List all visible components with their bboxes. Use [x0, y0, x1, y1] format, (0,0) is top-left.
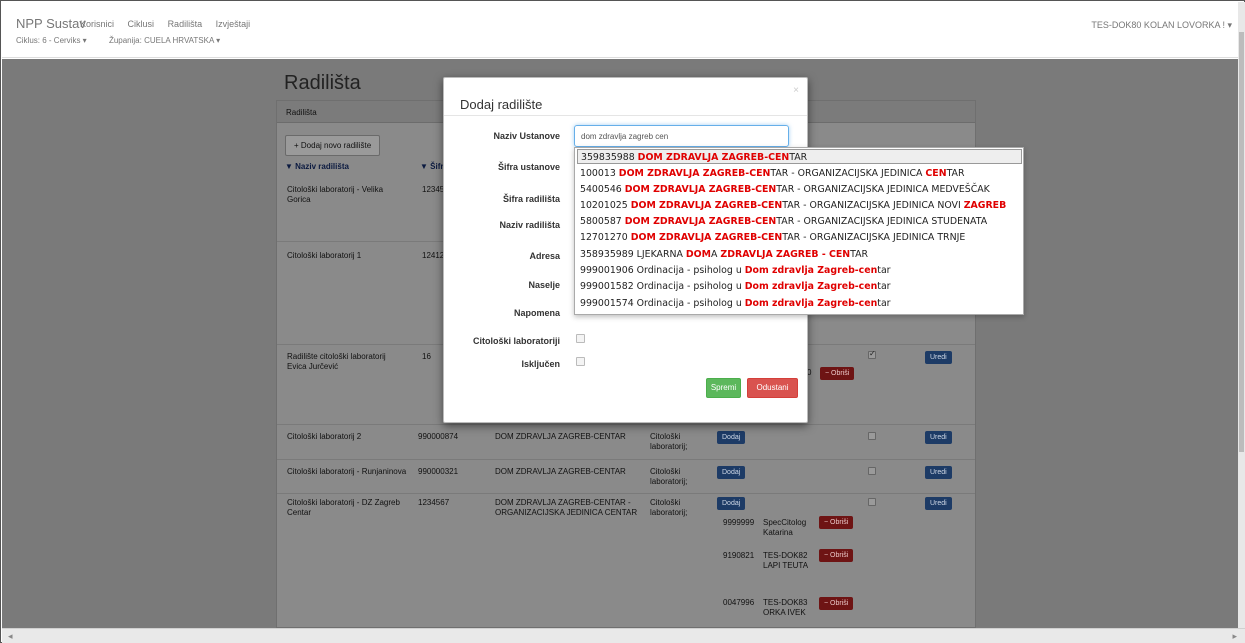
suggestion-item[interactable]: 359835988 DOM ZDRAVLJA ZAGREB-CENTAR: [577, 149, 1022, 164]
context-menu: Ciklus: 6 - Cerviks ▾ Županija: CUELA HR…: [16, 36, 240, 45]
row-divider: [277, 459, 975, 460]
zupanija-dropdown[interactable]: Županija: CUELA HRVATSKA ▾: [109, 36, 220, 45]
row-naziv: Radilište citološki laboratorij Evica Ju…: [287, 352, 386, 371]
row-tip: Citološki laboratorij;: [650, 432, 688, 451]
menu-izvjestaji[interactable]: Izvještaji: [216, 19, 251, 29]
close-icon[interactable]: ×: [793, 85, 799, 96]
obrisi-button[interactable]: − Obriši: [819, 516, 854, 529]
row-naziv: Citološki laboratorij 2: [287, 432, 362, 441]
label-sifra-ustanove: Šifra ustanove: [497, 162, 560, 172]
main-menu: Korisnici Ciklusi Radilišta Izvještaji: [80, 19, 261, 29]
row-naziv: Citološki laboratorij 1: [287, 251, 362, 260]
row-naziv: Citološki laboratorij - DZ Zagreb Centar: [287, 498, 400, 517]
ciklus-dropdown[interactable]: Ciklus: 6 - Cerviks ▾: [16, 36, 87, 45]
scroll-right-icon[interactable]: ▸: [1232, 631, 1237, 642]
suggestion-item[interactable]: 12701270 DOM ZDRAVLJA ZAGREB-CENTAR - OR…: [577, 230, 965, 245]
modal-divider: [444, 115, 807, 116]
vertical-scroll-thumb[interactable]: [1239, 32, 1244, 452]
dodaj-button[interactable]: Dodaj: [717, 431, 746, 444]
obrisi-button[interactable]: − Obriši: [819, 549, 854, 562]
row-tip: Citološki laboratorij;: [650, 498, 688, 517]
panel-title: Radilišta: [286, 108, 317, 117]
row-sifra: 990000321: [418, 467, 459, 476]
row-ustanova: DOM ZDRAVLJA ZAGREB-CENTAR: [495, 467, 626, 476]
scroll-left-icon[interactable]: ◂: [8, 631, 13, 642]
user-menu[interactable]: TES-DOK80 KOLAN LOVORKA ! ▾: [1091, 20, 1232, 31]
autocomplete-dropdown: 359835988 DOM ZDRAVLJA ZAGREB-CENTAR 100…: [574, 147, 1024, 315]
modal-title: Dodaj radilište: [460, 97, 543, 112]
naziv-ustanove-input[interactable]: dom zdravlja zagreb cen: [574, 125, 789, 147]
label-adresa: Adresa: [529, 251, 560, 261]
brand[interactable]: NPP Sustav: [16, 16, 86, 31]
row-sifra: 16: [422, 352, 431, 361]
dodaj-button[interactable]: Dodaj: [717, 497, 746, 510]
suggestion-item[interactable]: 999001574 Ordinacija - psiholog u Dom zd…: [577, 296, 891, 311]
uredi-button[interactable]: Uredi: [925, 497, 952, 510]
person-code: 9999999: [723, 518, 755, 527]
obrisi-button[interactable]: − Obriši: [819, 597, 854, 610]
suggestion-item[interactable]: 5400546 DOM ZDRAVLJA ZAGREB-CENTAR - ORG…: [577, 182, 990, 197]
row-naziv: Citološki laboratorij - Runjaninova: [287, 467, 407, 476]
label-napomena: Napomena: [513, 308, 560, 318]
suggestion-item[interactable]: 10201025 DOM ZDRAVLJA ZAGREB-CENTAR - OR…: [577, 198, 1006, 213]
iskljucen-checkbox[interactable]: [868, 498, 876, 506]
suggestion-item[interactable]: 100013 DOM ZDRAVLJA ZAGREB-CENTAR - ORGA…: [577, 166, 965, 181]
menu-korisnici[interactable]: Korisnici: [80, 19, 114, 29]
row-ustanova: DOM ZDRAVLJA ZAGREB-CENTAR: [495, 432, 626, 441]
row-sifra: 12345: [422, 185, 445, 194]
row-divider: [277, 493, 975, 494]
row-naziv: Citološki laboratorij - Velika Gorica: [287, 185, 384, 204]
iskljucen-checkbox[interactable]: [576, 357, 585, 366]
person-code: 0047996: [723, 598, 755, 607]
label-iskljucen: Isključen: [521, 359, 560, 369]
iskljucen-checkbox[interactable]: [868, 349, 876, 359]
label-sifra-radilista: Šifra radilišta: [502, 194, 560, 204]
browser-frame: NPP Sustav Korisnici Ciklusi Radilišta I…: [0, 0, 1245, 643]
citoloski-checkbox[interactable]: [576, 334, 585, 343]
col-naziv-header[interactable]: ▼ Naziv radilišta: [285, 162, 349, 171]
person-code: 9190821: [723, 551, 755, 560]
spremi-button[interactable]: Spremi: [706, 378, 741, 398]
suggestion-item[interactable]: 999001582 Ordinacija - psiholog u Dom zd…: [577, 279, 891, 294]
uredi-button[interactable]: Uredi: [925, 466, 952, 479]
suggestion-item[interactable]: 999001906 Ordinacija - psiholog u Dom zd…: [577, 263, 891, 278]
row-tip: Citološki laboratorij;: [650, 467, 688, 486]
obrisi-button[interactable]: − Obriši: [820, 367, 855, 380]
navbar: NPP Sustav Korisnici Ciklusi Radilišta I…: [2, 2, 1238, 58]
uredi-button[interactable]: Uredi: [925, 431, 952, 444]
row-ustanova: DOM ZDRAVLJA ZAGREB-CENTAR - ORGANIZACIJ…: [495, 498, 638, 517]
iskljucen-checkbox[interactable]: [868, 467, 876, 475]
col-sifra-header[interactable]: ▼ Šifr: [420, 162, 443, 171]
menu-radilista[interactable]: Radilišta: [168, 19, 203, 29]
row-sifra: 12412: [422, 251, 445, 260]
label-naziv-ustanove: Naziv Ustanove: [493, 131, 560, 141]
add-radiliste-button[interactable]: + Dodaj novo radilište: [285, 135, 381, 156]
vertical-scrollbar[interactable]: [1238, 2, 1245, 628]
label-naziv-radilista: Naziv radilišta: [499, 220, 560, 230]
suggestion-item[interactable]: 358935989 LJEKARNA DOMA ZDRAVLJA ZAGREB …: [577, 247, 868, 262]
iskljucen-checkbox[interactable]: [868, 432, 876, 440]
row-divider: [277, 424, 975, 425]
dodaj-button[interactable]: Dodaj: [717, 466, 746, 479]
row-sifra: 1234567: [418, 498, 450, 507]
label-citoloski: Citološki laboratoriji: [472, 336, 560, 346]
odustani-button[interactable]: Odustani: [747, 378, 798, 398]
page-title: Radilišta: [284, 72, 361, 94]
person-name: TES-DOK82 LAPI TEUTA: [763, 551, 809, 570]
person-name: SpecCitolog Katarina: [763, 518, 807, 537]
label-naselje: Naselje: [528, 280, 560, 290]
suggestion-item[interactable]: 5800587 DOM ZDRAVLJA ZAGREB-CENTAR - ORG…: [577, 214, 987, 229]
row-sifra: 990000874: [418, 432, 459, 441]
horizontal-scrollbar[interactable]: ◂ ▸: [2, 628, 1245, 643]
uredi-button[interactable]: Uredi: [925, 351, 952, 364]
menu-ciklusi[interactable]: Ciklusi: [128, 19, 155, 29]
person-name: TES-DOK83 ORKA IVEK: [763, 598, 808, 617]
